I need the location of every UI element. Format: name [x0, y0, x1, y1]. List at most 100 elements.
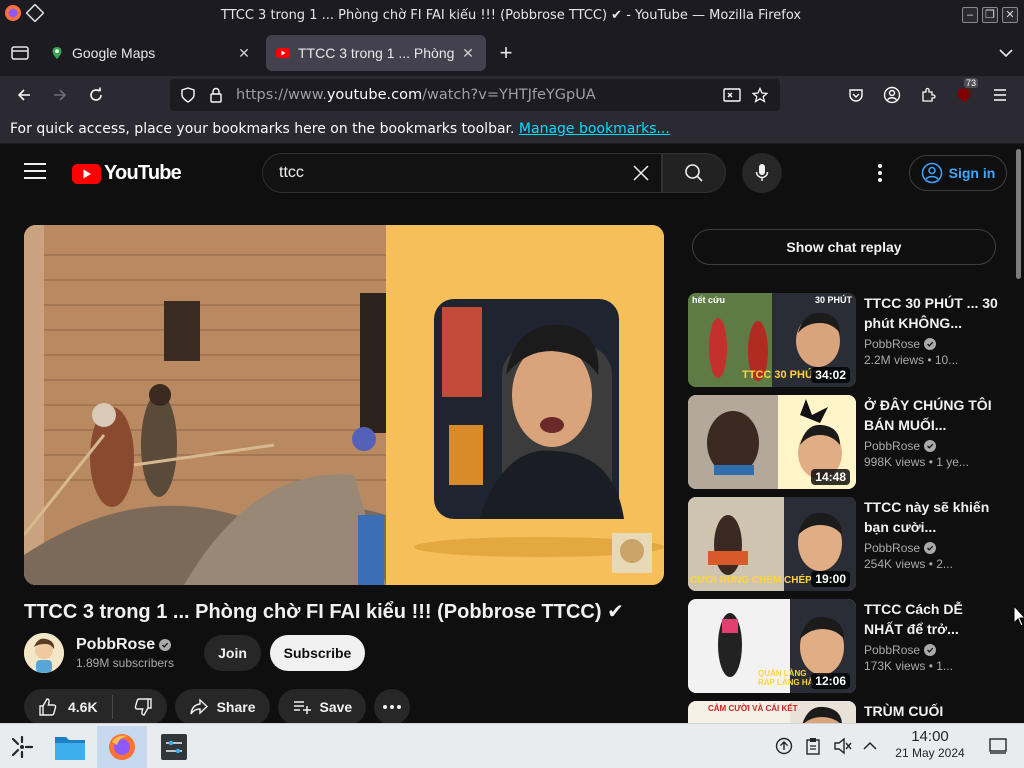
bookmark-star-icon[interactable]: [746, 87, 774, 103]
tab-youtube-video[interactable]: TTCC 3 trong 1 ... Phòng ✕: [266, 35, 486, 71]
recommended-views: 254K views • 2...: [864, 557, 953, 571]
share-button[interactable]: Share: [174, 689, 270, 723]
forward-button[interactable]: [42, 79, 78, 111]
page-scrollbar[interactable]: [1014, 145, 1024, 723]
pocket-button[interactable]: [838, 79, 874, 111]
video-thumbnail[interactable]: QUẢN LÀNG RAP LÀNG HÀ 12:06: [688, 599, 856, 693]
more-actions-button[interactable]: [374, 689, 411, 723]
save-label: Save: [319, 699, 353, 715]
video-duration: 19:00: [811, 571, 850, 587]
youtube-logo[interactable]: YouTube: [72, 162, 182, 185]
recommended-video-title[interactable]: TTCC này sẽ khiến bạn cười...: [864, 497, 1000, 537]
back-button[interactable]: [6, 79, 42, 111]
account-button[interactable]: [874, 79, 910, 111]
window-title: TTCC 3 trong 1 ... Phòng chờ FI FAI kiểu…: [220, 7, 802, 23]
save-button[interactable]: Save: [277, 689, 367, 723]
voice-search-button[interactable]: [742, 153, 782, 193]
tab-strip: Google Maps ✕ TTCC 3 trong 1 ... Phòng ✕…: [0, 30, 1024, 76]
recommended-channel[interactable]: PobbRose: [864, 337, 920, 351]
clipboard-tray-icon[interactable]: [801, 734, 825, 758]
recommended-video[interactable]: QUẢN LÀNG RAP LÀNG HÀ 12:06 TTCC Cách DỄ…: [688, 599, 1008, 693]
close-window-button[interactable]: ✕: [1002, 7, 1018, 23]
verified-badge-icon: [924, 338, 937, 350]
minimize-button[interactable]: –: [962, 7, 978, 23]
shield-icon[interactable]: [174, 87, 202, 103]
settings-more-button[interactable]: [868, 161, 892, 185]
recommended-video-title[interactable]: TTCC Cách DỄ NHẤT để trở...: [864, 599, 1000, 639]
like-count: 4.6K: [68, 699, 98, 715]
video-thumbnail[interactable]: 14:48: [688, 395, 856, 489]
account-circle-icon: [921, 162, 942, 184]
manage-bookmarks-link[interactable]: Manage bookmarks...: [519, 121, 670, 137]
recommended-video-title[interactable]: TTCC 30 PHÚT ... 30 phút KHÔNG...: [864, 293, 1000, 333]
subscribe-button[interactable]: Subscribe: [270, 635, 365, 671]
recommended-video[interactable]: 14:48 Ở ĐÂY CHÚNG TÔI BÁN MUỐI... PobbRo…: [688, 395, 1008, 489]
guide-menu-button[interactable]: [24, 163, 46, 184]
dislike-button[interactable]: [121, 697, 153, 717]
taskbar-file-manager[interactable]: [48, 726, 92, 768]
recommended-video[interactable]: CẢM CƯỜI VÀ CÁI KẾT TRÙM CUỐI: [688, 701, 1008, 723]
ublock-extension-button[interactable]: 73: [946, 78, 982, 111]
recommended-video-title[interactable]: TRÙM CUỐI: [864, 701, 1000, 721]
launcher-icon: [11, 735, 34, 759]
recommended-channel[interactable]: PobbRose: [864, 439, 920, 453]
verified-badge-icon: [159, 639, 172, 651]
recommended-video-title[interactable]: Ở ĐÂY CHÚNG TÔI BÁN MUỐI...: [864, 395, 1000, 435]
new-tab-button[interactable]: +: [490, 40, 522, 66]
arrow-right-icon: [54, 89, 67, 101]
clear-search-button[interactable]: [621, 164, 661, 182]
lock-icon[interactable]: [202, 87, 230, 103]
video-player[interactable]: [24, 225, 664, 585]
recommended-channel[interactable]: PobbRose: [864, 541, 920, 555]
show-chat-replay-button[interactable]: Show chat replay: [692, 229, 996, 265]
like-dislike-group: 4.6K: [24, 689, 167, 723]
channel-avatar[interactable]: [24, 633, 64, 673]
clock-time: 14:00: [911, 728, 949, 745]
reload-icon: [90, 87, 102, 101]
digital-clock[interactable]: 14:00 21 May 2024: [882, 728, 978, 760]
recommended-video[interactable]: CƯỜI RUNG CHÉM CHÉP 19:00 TTCC này sẽ kh…: [688, 497, 1008, 591]
updates-tray-icon[interactable]: [772, 734, 796, 758]
scrollbar-thumb[interactable]: [1016, 149, 1021, 279]
share-label: Share: [216, 699, 256, 715]
taskbar-firefox[interactable]: [97, 726, 147, 768]
recommended-views: 173K views • 1...: [864, 659, 953, 673]
video-thumbnail[interactable]: CƯỜI RUNG CHÉM CHÉP 19:00: [688, 497, 856, 591]
video-thumbnail[interactable]: hết cứu 30 PHÚT TTCC 30 PHÚT 34:02: [688, 293, 856, 387]
list-all-tabs-button[interactable]: [988, 45, 1024, 61]
firefox-view-button[interactable]: [0, 30, 40, 76]
search-query[interactable]: ttcc: [279, 164, 621, 182]
search-input[interactable]: ttcc: [262, 153, 662, 193]
maximize-button[interactable]: ❐: [982, 7, 998, 23]
video-thumbnail[interactable]: CẢM CƯỜI VÀ CÁI KẾT: [688, 701, 856, 723]
app-menu-button[interactable]: [982, 79, 1018, 111]
thumb-overlay-text: CƯỜI RUNG CHÉM CHÉP: [690, 575, 812, 586]
volume-muted-tray-icon[interactable]: [831, 734, 855, 758]
url-text[interactable]: https://www.youtube.com/watch?v=YHTJfeYG…: [230, 87, 718, 103]
taskbar-system-settings[interactable]: [152, 726, 196, 768]
join-button[interactable]: Join: [204, 635, 261, 671]
firefox-app-icon[interactable]: [4, 4, 22, 27]
sign-in-button[interactable]: Sign in: [909, 155, 1007, 191]
tray-expand-chevron-icon[interactable]: [858, 734, 882, 758]
application-launcher-button[interactable]: [0, 726, 44, 768]
like-button[interactable]: 4.6K: [38, 695, 113, 719]
video-actions: 4.6K Share Save: [24, 689, 411, 723]
search-button[interactable]: [662, 153, 726, 193]
youtube-favicon: [276, 48, 290, 58]
channel-name[interactable]: PobbRose: [76, 636, 155, 654]
close-tab-icon[interactable]: ✕: [460, 45, 476, 62]
picture-in-picture-icon[interactable]: [718, 87, 746, 103]
show-desktop-button[interactable]: [986, 734, 1010, 758]
url-bar[interactable]: https://www.youtube.com/watch?v=YHTJfeYG…: [170, 79, 780, 111]
recommended-channel[interactable]: PobbRose: [864, 643, 920, 657]
reload-button[interactable]: [78, 79, 114, 111]
recommendations-list: hết cứu 30 PHÚT TTCC 30 PHÚT 34:02 TTCC …: [688, 293, 1008, 723]
recommended-video[interactable]: hết cứu 30 PHÚT TTCC 30 PHÚT 34:02 TTCC …: [688, 293, 1008, 387]
tab-google-maps[interactable]: Google Maps ✕: [40, 35, 262, 71]
show-desktop-icon: [989, 738, 1007, 754]
close-tab-icon[interactable]: ✕: [236, 45, 252, 62]
extensions-button[interactable]: [910, 79, 946, 111]
window-menu-icon[interactable]: [25, 2, 45, 27]
google-maps-pin-icon: [52, 47, 62, 59]
